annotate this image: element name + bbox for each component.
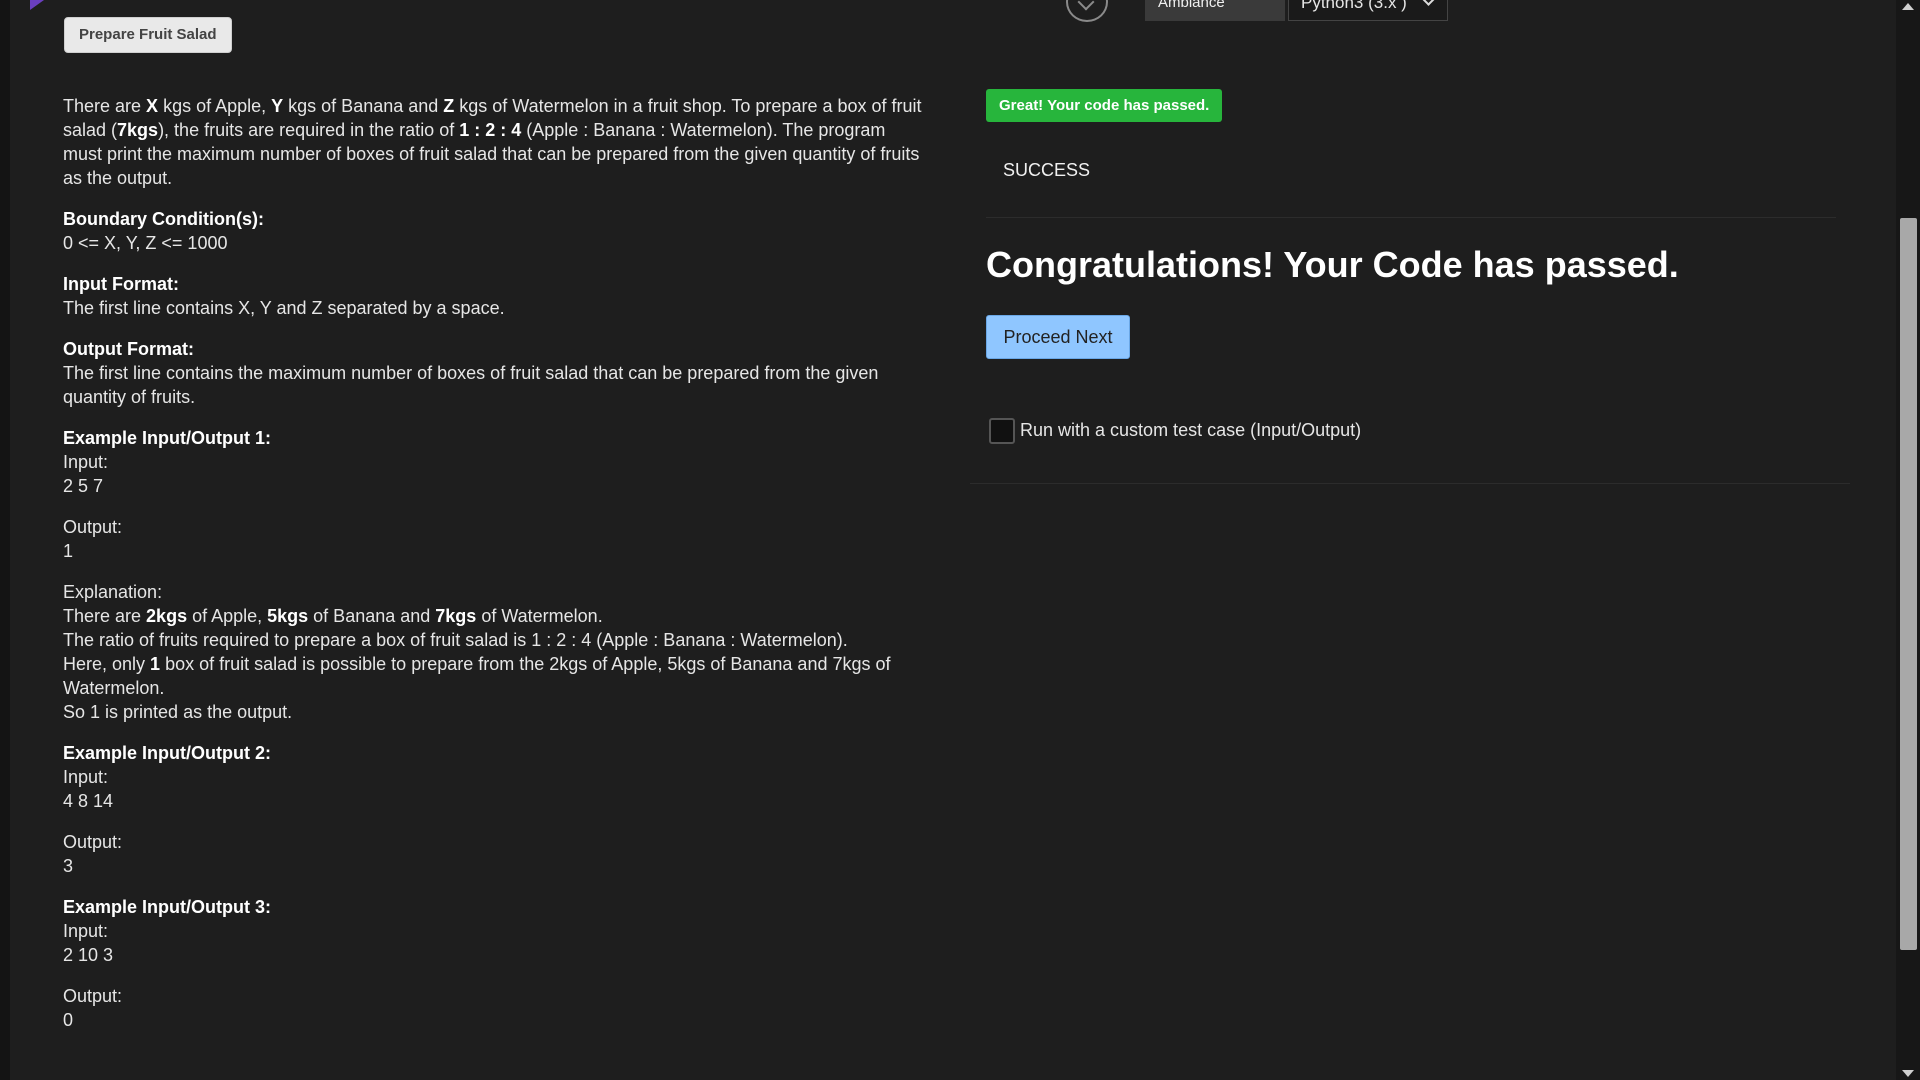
explanation-conclusion: So 1 is printed as the output. xyxy=(63,702,293,722)
output-format-section: Output Format: The first line contains t… xyxy=(63,337,923,409)
example3-input-section: Example Input/Output 3: Input: 2 10 3 xyxy=(63,895,923,967)
example1-input-section: Example Input/Output 1: Input: 2 5 7 xyxy=(63,426,923,498)
explanation-ratio: The ratio of fruits required to prepare … xyxy=(63,630,848,650)
example1-input: 2 5 7 xyxy=(63,476,104,496)
boundary-heading: Boundary Condition(s): xyxy=(63,209,264,229)
explanation-label: Explanation: xyxy=(63,582,163,602)
pass-badge: Great! Your code has passed. xyxy=(986,89,1223,122)
corner-mark xyxy=(30,0,44,10)
example2-output-section: Output: 3 xyxy=(63,830,923,878)
boundary-text: 0 <= X, Y, Z <= 1000 xyxy=(63,233,228,253)
example3-output: 0 xyxy=(63,1010,74,1030)
left-edge xyxy=(0,0,10,1080)
example1-output-section: Output: 1 xyxy=(63,515,923,563)
example2-output: 3 xyxy=(63,856,74,876)
boundary-section: Boundary Condition(s): 0 <= X, Y, Z <= 1… xyxy=(63,207,923,255)
example3-input-label: Input: xyxy=(63,921,109,941)
chevron-down-icon xyxy=(1077,0,1095,11)
proceed-next-button[interactable]: Proceed Next xyxy=(986,315,1130,359)
language-value: Python3 (3.x ) xyxy=(1301,0,1407,12)
chevron-down-icon xyxy=(1422,0,1435,6)
chevron-down-circle-icon[interactable] xyxy=(1066,0,1108,22)
example2-heading: Example Input/Output 2: xyxy=(63,743,272,763)
output-format-heading: Output Format: xyxy=(63,339,194,359)
ambiance-selector[interactable]: Ambiance xyxy=(1145,0,1285,21)
problem-statement: There are X kgs of Apple, Y kgs of Banan… xyxy=(63,94,923,1049)
example1-output-label: Output: xyxy=(63,517,123,537)
explanation-section: Explanation: There are 2kgs of Apple, 5k… xyxy=(63,582,891,722)
input-format-heading: Input Format: xyxy=(63,274,179,294)
example3-output-label: Output: xyxy=(63,986,123,1006)
ambiance-label: Ambiance xyxy=(1158,0,1225,11)
scroll-thumb[interactable] xyxy=(1900,218,1917,950)
statement-paragraph: There are X kgs of Apple, Y kgs of Banan… xyxy=(63,96,922,188)
result-status: SUCCESS xyxy=(1003,160,1091,180)
example3-heading: Example Input/Output 3: xyxy=(63,897,272,917)
divider xyxy=(970,483,1850,484)
scroll-up-arrow-icon[interactable] xyxy=(1902,3,1914,10)
example3-output-section: Output: 0 xyxy=(63,984,923,1032)
scroll-down-arrow-icon[interactable] xyxy=(1902,1070,1914,1077)
example2-input-label: Input: xyxy=(63,767,109,787)
result-output-box: SUCCESS xyxy=(986,140,1836,218)
input-format-text: The first line contains X, Y and Z separ… xyxy=(63,298,505,318)
example2-input-section: Example Input/Output 2: Input: 4 8 14 xyxy=(63,741,923,813)
example2-output-label: Output: xyxy=(63,832,123,852)
input-format-section: Input Format: The first line contains X,… xyxy=(63,272,923,320)
congrats-heading: Congratulations! Your Code has passed. xyxy=(986,244,1679,285)
language-select[interactable]: Python3 (3.x ) xyxy=(1288,0,1448,21)
custom-test-checkbox[interactable] xyxy=(989,418,1015,444)
example3-input: 2 10 3 xyxy=(63,945,114,965)
example2-input: 4 8 14 xyxy=(63,791,114,811)
example1-input-label: Input: xyxy=(63,452,109,472)
output-format-text: The first line contains the maximum numb… xyxy=(63,363,879,407)
problem-title-button[interactable]: Prepare Fruit Salad xyxy=(64,17,232,53)
vertical-scrollbar[interactable] xyxy=(1896,0,1920,1080)
custom-test-label[interactable]: Run with a custom test case (Input/Outpu… xyxy=(1020,420,1361,441)
example1-heading: Example Input/Output 1: xyxy=(63,428,272,448)
example1-output: 1 xyxy=(63,541,74,561)
